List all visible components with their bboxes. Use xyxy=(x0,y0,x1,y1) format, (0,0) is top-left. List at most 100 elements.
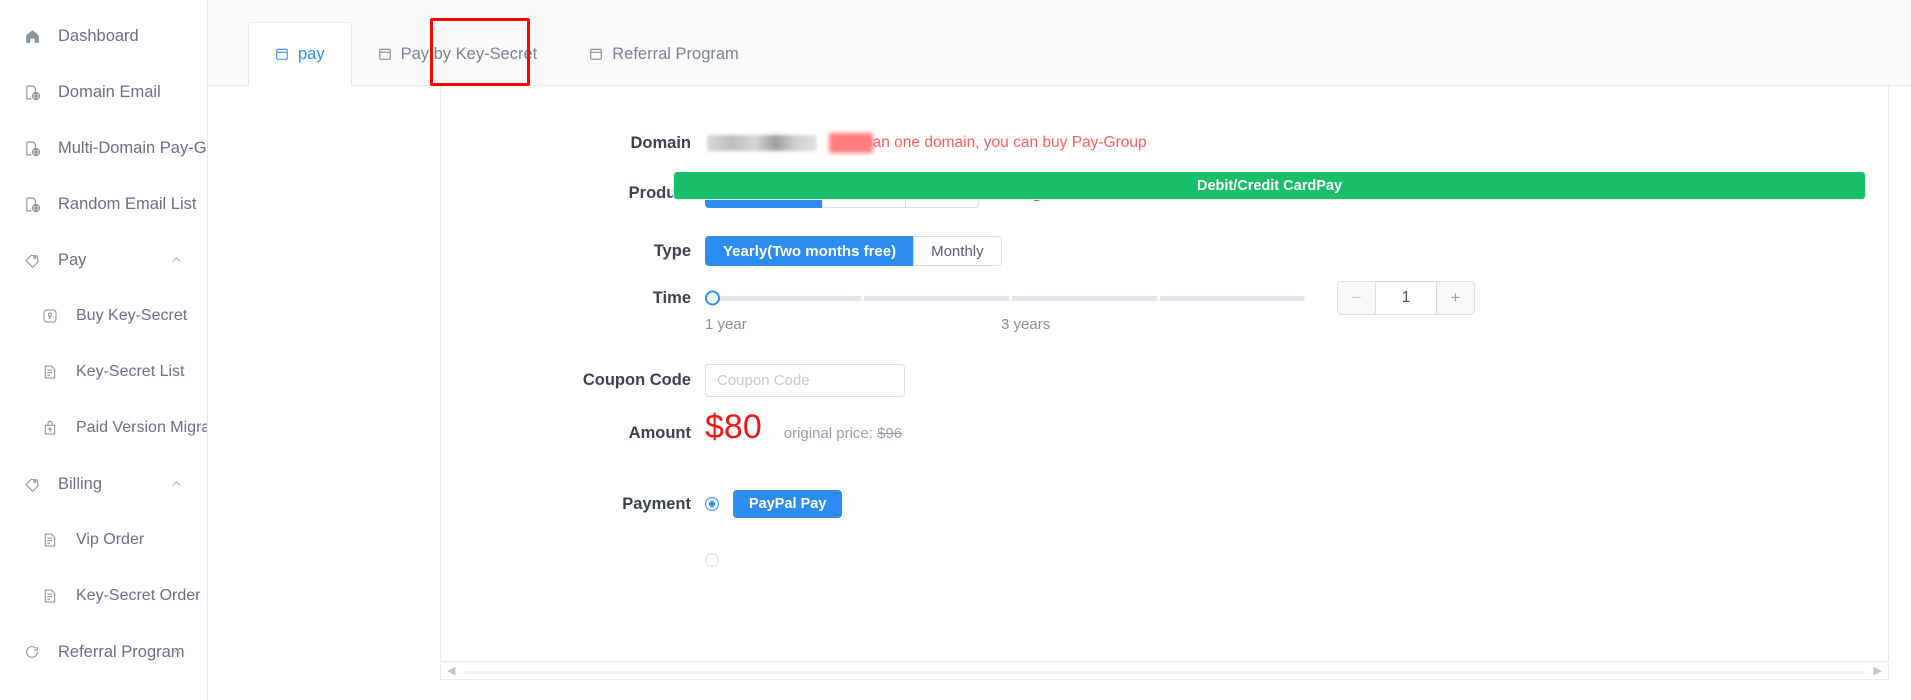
upload-bag-icon xyxy=(40,418,60,438)
list-doc-icon xyxy=(40,530,60,550)
tag-icon xyxy=(22,474,42,494)
amount-original: original price: $96 xyxy=(784,425,902,442)
chevron-up-icon xyxy=(170,478,183,491)
sidebar-group-pay[interactable]: Pay xyxy=(0,232,207,288)
home-icon xyxy=(22,26,42,46)
amount-original-price: $96 xyxy=(877,425,903,442)
payment-radio-card[interactable] xyxy=(705,553,719,567)
sidebar-item-multi-domain-pay-group[interactable]: Multi-Domain Pay-Group xyxy=(0,120,207,176)
time-slider-tick xyxy=(1009,295,1012,301)
time-slider-track xyxy=(713,295,1305,301)
sidebar-item-label: Vip Order xyxy=(76,531,145,548)
sidebar-item-label: Dashboard xyxy=(58,26,139,45)
domain-label: Domain xyxy=(630,133,691,152)
time-label: Time xyxy=(652,288,691,307)
domain-value-redacted xyxy=(707,135,817,151)
sidebar-item-label: Domain Email xyxy=(58,82,161,101)
sidebar-item-label: Key-Secret List xyxy=(76,363,185,380)
sidebar-item-paid-version-migration[interactable]: Paid Version Migration xyxy=(0,400,207,456)
payment-row-paypal: Payment PayPal Pay xyxy=(441,476,1888,532)
amount-label: Amount xyxy=(628,424,691,442)
sidebar-item-referral-program[interactable]: Referral Program xyxy=(0,680,207,700)
coupon-row: Coupon Code xyxy=(441,350,1888,410)
horizontal-scrollbar[interactable]: ◀ ▶ xyxy=(440,664,1889,680)
tab-label: Referral Program xyxy=(612,44,739,63)
coupon-label: Coupon Code xyxy=(582,370,691,389)
calendar-icon xyxy=(275,47,289,61)
tab-label: pay xyxy=(298,44,325,63)
scroll-left-arrow-icon[interactable]: ◀ xyxy=(447,666,455,677)
main-content: pay Pay by Key-Secret Referral Program D… xyxy=(208,0,1911,700)
sidebar-item-label: Random Email List xyxy=(58,194,197,213)
payment-label: Payment xyxy=(622,494,691,513)
debit-credit-card-pay-button[interactable]: Debit/Credit CardPay xyxy=(673,172,1866,200)
list-doc-icon xyxy=(40,586,60,606)
quantity-stepper: − 1 + xyxy=(1337,281,1475,315)
sidebar-item-label: Referral Program xyxy=(58,642,185,661)
sidebar-item-label: Key-Secret Order xyxy=(76,587,201,604)
sidebar-group-billing[interactable]: Billing xyxy=(0,456,207,512)
sidebar-item-label: Multi-Domain Pay-Group xyxy=(58,138,207,157)
time-slider-handle[interactable] xyxy=(705,290,720,306)
payment-row-card: Debit/Credit CardPay xyxy=(441,172,1888,588)
time-slider-max-label: 3 years xyxy=(1001,316,1051,333)
amount-original-label: original price: xyxy=(783,425,873,442)
type-option-monthly[interactable]: Monthly xyxy=(913,236,1002,266)
domain-mail-icon xyxy=(22,194,42,214)
sidebar-item-random-email-list[interactable]: Random Email List xyxy=(0,176,207,232)
calendar-icon xyxy=(378,47,392,61)
sidebar-item-label: Paid Version Migration xyxy=(76,419,207,436)
quantity-decrement-button[interactable]: − xyxy=(1338,282,1376,314)
tab-bar: pay Pay by Key-Secret Referral Program xyxy=(208,0,1911,86)
sidebar-group-referral-program[interactable]: Referral Program xyxy=(0,624,207,680)
chevron-up-icon xyxy=(170,254,183,267)
type-button-group: Yearly(Two months free) Monthly xyxy=(705,236,1002,266)
quantity-increment-button[interactable]: + xyxy=(1436,282,1474,314)
type-row: Type Yearly(Two months free) Monthly xyxy=(441,222,1888,280)
tab-label: Pay by Key-Secret xyxy=(400,44,538,63)
amount-row: Amount $80 original price: $96 xyxy=(441,410,1888,476)
payment-radio-paypal[interactable] xyxy=(705,497,719,511)
time-slider-min-label: 1 year xyxy=(705,316,747,333)
app-root: Dashboard Domain Email Multi-Domain Pay-… xyxy=(0,0,1911,700)
tab-referral-program[interactable]: Referral Program xyxy=(563,22,765,86)
scrollbar-rail xyxy=(465,671,1864,674)
sidebar-item-dashboard[interactable]: Dashboard xyxy=(0,8,207,64)
time-row: Time − 1 + xyxy=(441,280,1888,316)
sidebar-item-key-secret-list[interactable]: Key-Secret List xyxy=(0,344,207,400)
paypal-pay-button[interactable]: PayPal Pay xyxy=(733,490,843,518)
sidebar-item-label: Buy Key-Secret xyxy=(76,307,188,324)
coupon-input[interactable] xyxy=(705,363,905,397)
type-option-yearly[interactable]: Yearly(Two months free) xyxy=(705,236,914,266)
time-slider-labels: 1 year 3 years xyxy=(441,316,1888,350)
type-label: Type xyxy=(653,241,691,260)
sidebar-item-vip-order[interactable]: Vip Order xyxy=(0,512,207,568)
list-doc-icon xyxy=(40,362,60,382)
scroll-right-arrow-icon[interactable]: ▶ xyxy=(1874,666,1882,677)
time-slider-tick xyxy=(1157,295,1160,301)
sidebar-item-buy-key-secret[interactable]: Buy Key-Secret xyxy=(0,288,207,344)
sidebar: Dashboard Domain Email Multi-Domain Pay-… xyxy=(0,0,208,700)
quantity-value[interactable]: 1 xyxy=(1376,282,1436,314)
domain-row: Domain ore than one domain, you can buy … xyxy=(441,122,1888,164)
time-slider[interactable] xyxy=(705,289,1305,307)
domain-mail-icon xyxy=(22,138,42,158)
domain-hint-text: ore than one domain, you can buy Pay-Gro… xyxy=(833,134,1147,151)
calendar-icon xyxy=(589,47,603,61)
amount-price: $80 xyxy=(705,408,762,446)
time-slider-tick xyxy=(861,295,864,301)
key-box-icon xyxy=(40,306,60,326)
domain-hint: ore than one domain, you can buy Pay-Gro… xyxy=(829,133,1147,153)
refresh-icon xyxy=(22,642,42,662)
chevron-up-icon xyxy=(170,646,183,659)
tab-pay-by-key-secret[interactable]: Pay by Key-Secret xyxy=(352,22,564,86)
sidebar-item-key-secret-order[interactable]: Key-Secret Order xyxy=(0,568,207,624)
sidebar-item-label: Billing xyxy=(58,474,103,493)
sidebar-item-label: Pay xyxy=(58,250,87,269)
tag-icon xyxy=(22,250,42,270)
domain-hint-redaction xyxy=(829,133,873,153)
domain-mail-icon xyxy=(22,82,42,102)
tab-pay[interactable]: pay xyxy=(248,22,352,86)
pay-form-card: Domain ore than one domain, you can buy … xyxy=(440,86,1889,662)
sidebar-item-domain-email[interactable]: Domain Email xyxy=(0,64,207,120)
